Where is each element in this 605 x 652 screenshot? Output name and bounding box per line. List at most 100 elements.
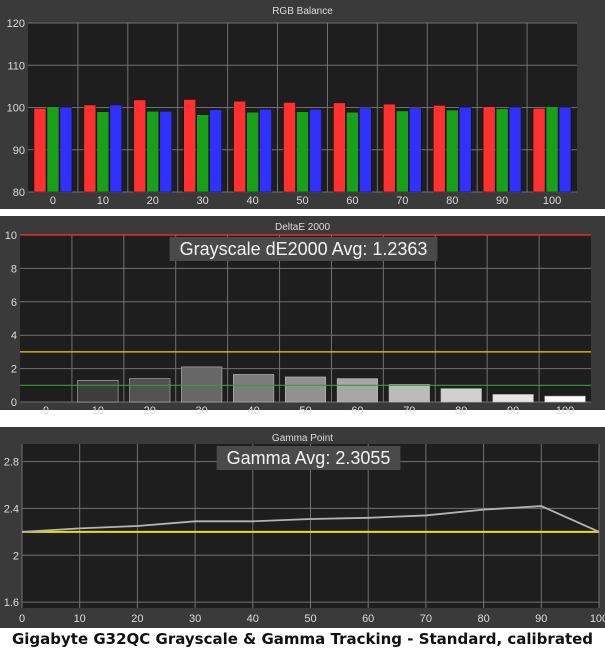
y-tick-label: 10 (5, 230, 17, 242)
x-tick-label: 30 (189, 613, 201, 625)
y-tick-label: 0 (11, 397, 17, 409)
y-tick-label: 6 (11, 297, 17, 309)
x-tick-label: 70 (403, 405, 415, 417)
rgb-bar (46, 106, 60, 193)
rgb-bar (409, 107, 422, 193)
rgb-bar (433, 105, 446, 193)
rgb-bar (495, 108, 509, 193)
chart-title: Gamma Point (272, 433, 333, 444)
rgb-bar (445, 109, 459, 193)
chart-panel-1: RGB Balance 80 90 100 110 120 0 10 20 30 40 50 60 70 8… (0, 0, 605, 209)
delta-e-bar (233, 374, 275, 403)
rgb-bar (146, 111, 160, 193)
rgb-bar (296, 111, 309, 193)
rgb-bar (246, 111, 259, 193)
y-tick-label: 8 (11, 263, 17, 275)
rgb-bar (233, 100, 246, 193)
rgb-bar (482, 106, 496, 193)
rgb-bar (396, 110, 409, 193)
y-tick-label: 2.4 (4, 503, 19, 515)
x-tick-label: 10 (97, 195, 109, 207)
x-tick-label: 20 (131, 613, 143, 625)
delta-e-bar (77, 379, 119, 403)
rgb-bar (359, 107, 372, 193)
average-annotation: Gamma Avg: 2.3055 (227, 448, 391, 468)
x-tick-label: 60 (362, 613, 374, 625)
x-tick-label: 0 (50, 195, 56, 207)
rgb-bar (159, 111, 172, 193)
rgb-bar (532, 108, 546, 193)
y-tick-label: 2.8 (4, 457, 19, 469)
rgb-bar (209, 109, 222, 193)
rgb-bar (59, 106, 73, 193)
rgb-bar (109, 104, 123, 193)
x-tick-label: 60 (346, 195, 358, 207)
x-tick-label: 80 (477, 613, 489, 625)
delta-e-bar (284, 376, 327, 403)
x-tick-label: 80 (455, 405, 467, 417)
x-tick-label: 50 (304, 613, 316, 625)
x-tick-label: 100 (543, 195, 561, 207)
x-tick-label: 30 (197, 195, 209, 207)
rgb-bar (333, 102, 346, 193)
x-tick-label: 0 (19, 613, 25, 625)
y-tick-label: 100 (7, 103, 25, 115)
y-tick-label: 2 (13, 550, 19, 562)
chart-title: RGB Balance (272, 6, 333, 17)
chart-panel-3: Gamma Point 1.6 2 2.4 2.8 0 10 20 30 40 50 60 70 80 90… (0, 427, 605, 628)
rgb-bar (133, 99, 147, 193)
rgb-bar (309, 108, 322, 193)
y-tick-label: 120 (7, 18, 25, 30)
rgb-bar (33, 108, 47, 193)
x-tick-label: 50 (299, 405, 311, 417)
figure-caption: Gigabyte G32QC Grayscale & Gamma Trackin… (11, 630, 594, 648)
x-tick-label: 40 (247, 405, 259, 417)
rgb-bar (259, 108, 272, 193)
y-tick-label: 110 (7, 60, 25, 72)
x-tick-label: 90 (535, 613, 547, 625)
delta-e-bar (492, 394, 534, 403)
x-tick-label: 50 (296, 195, 308, 207)
y-tick-label: 4 (11, 330, 17, 342)
delta-e-bar (181, 366, 223, 403)
rgb-bar (83, 104, 97, 193)
x-tick-label: 40 (246, 195, 258, 207)
x-tick-label: 20 (147, 195, 159, 207)
delta-e-bar (388, 384, 430, 403)
rgb-bar (558, 106, 572, 193)
rgb-bar (346, 111, 359, 193)
y-tick-label: 1.6 (4, 597, 19, 609)
x-tick-label: 10 (92, 405, 104, 417)
x-tick-label: 30 (196, 405, 208, 417)
rgb-bar (196, 114, 209, 193)
y-tick-label: 90 (13, 145, 25, 157)
rgb-bar (283, 102, 296, 193)
rgb-bar (183, 99, 196, 193)
y-tick-label: 80 (13, 187, 25, 199)
chart-title: DeltaE 2000 (275, 222, 330, 233)
x-tick-label: 90 (507, 405, 519, 417)
y-tick-label: 2 (11, 364, 17, 376)
chart-panel-2: DeltaE 200002468100 10 20 30 40 50 60 70 80 90 100… (0, 216, 605, 417)
x-tick-label: 10 (74, 613, 86, 625)
average-annotation: Grayscale dE2000 Avg: 1.2363 (180, 239, 428, 259)
rgb-bar (96, 111, 110, 193)
delta-e-bar (129, 378, 171, 403)
x-tick-label: 0 (43, 405, 49, 417)
x-tick-label: 70 (420, 613, 432, 625)
x-tick-label: 80 (446, 195, 458, 207)
rgb-bar (383, 103, 396, 193)
x-tick-label: 40 (247, 613, 259, 625)
rgb-bar (508, 106, 522, 193)
x-tick-label: 20 (144, 405, 156, 417)
x-tick-label: 100 (590, 613, 605, 625)
x-tick-label: 100 (556, 405, 574, 417)
x-tick-label: 90 (496, 195, 508, 207)
delta-e-bar (440, 388, 482, 403)
x-tick-label: 70 (396, 195, 408, 207)
chart-stage: RGB Balance80901001101200 10 20 30 40 50 60 70 8… (0, 0, 605, 628)
delta-e-bar (336, 378, 378, 403)
delta-e-bar (544, 395, 586, 403)
rgb-bar (458, 106, 472, 193)
rgb-bar (545, 106, 559, 193)
